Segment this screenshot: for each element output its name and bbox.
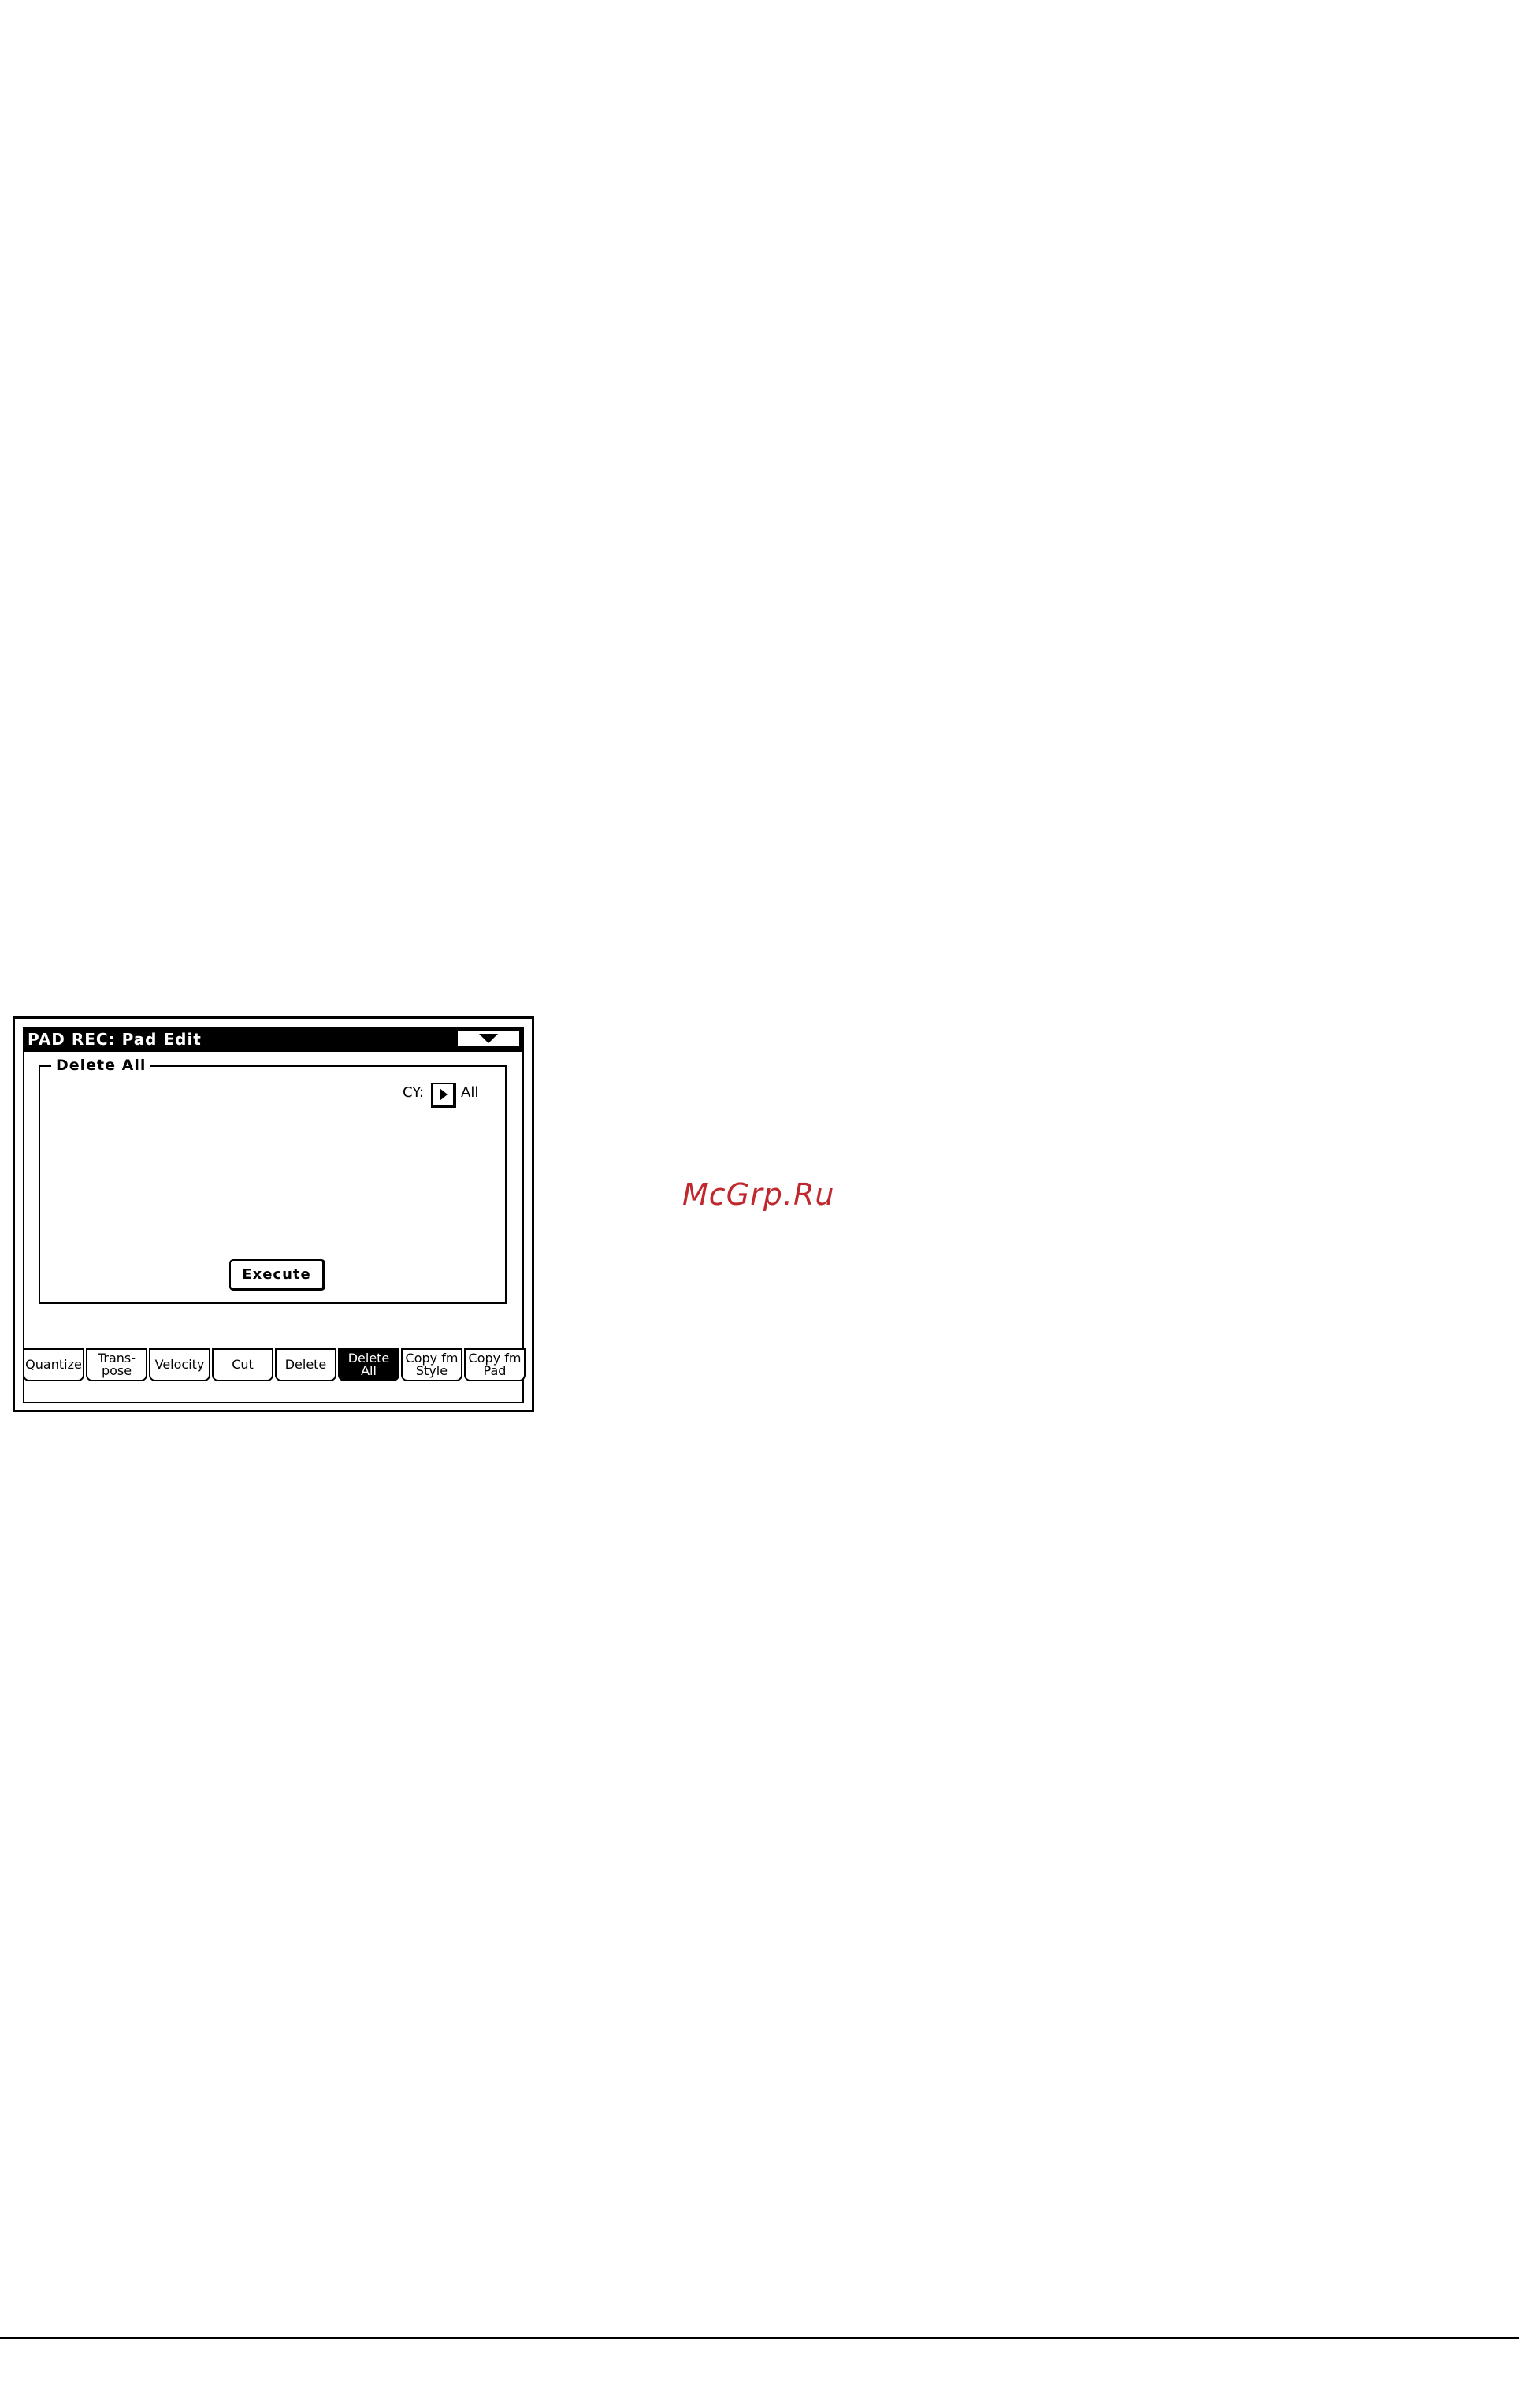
page-bottom-rule [0, 2337, 1519, 2339]
cy-value[interactable]: All [461, 1084, 478, 1102]
page-title: PAD REC: Pad Edit [28, 1030, 202, 1049]
triangle-right-icon [440, 1088, 448, 1101]
watermark-text: McGrp.Ru [682, 1177, 835, 1212]
delete-all-group: Delete All CY: All Execute [39, 1056, 507, 1304]
lcd-screen: PAD REC: Pad Edit Delete All CY: All Exe… [13, 1016, 534, 1412]
tab-delete[interactable]: Delete [275, 1348, 336, 1381]
execute-button[interactable]: Execute [229, 1259, 325, 1291]
triangle-down-icon [479, 1034, 498, 1043]
group-label: Delete All [51, 1056, 151, 1075]
tab-cut[interactable]: Cut [212, 1348, 273, 1381]
title-bar: PAD REC: Pad Edit [24, 1028, 522, 1050]
tab-bar: Quantize Trans- pose Velocity Cut Delete… [23, 1348, 526, 1383]
cy-label: CY: [403, 1084, 424, 1101]
tab-copy-fm-pad[interactable]: Copy fm Pad [464, 1348, 526, 1381]
tab-copy-fm-style[interactable]: Copy fm Style [401, 1348, 462, 1381]
tab-velocity[interactable]: Velocity [149, 1348, 210, 1381]
page-menu-button[interactable] [456, 1030, 521, 1047]
tab-quantize[interactable]: Quantize [23, 1348, 84, 1381]
cy-popup-button[interactable] [431, 1083, 456, 1108]
tab-transpose[interactable]: Trans- pose [86, 1348, 147, 1381]
lcd-panel: PAD REC: Pad Edit Delete All CY: All Exe… [23, 1027, 526, 1403]
tab-delete-all[interactable]: Delete All [338, 1348, 399, 1381]
